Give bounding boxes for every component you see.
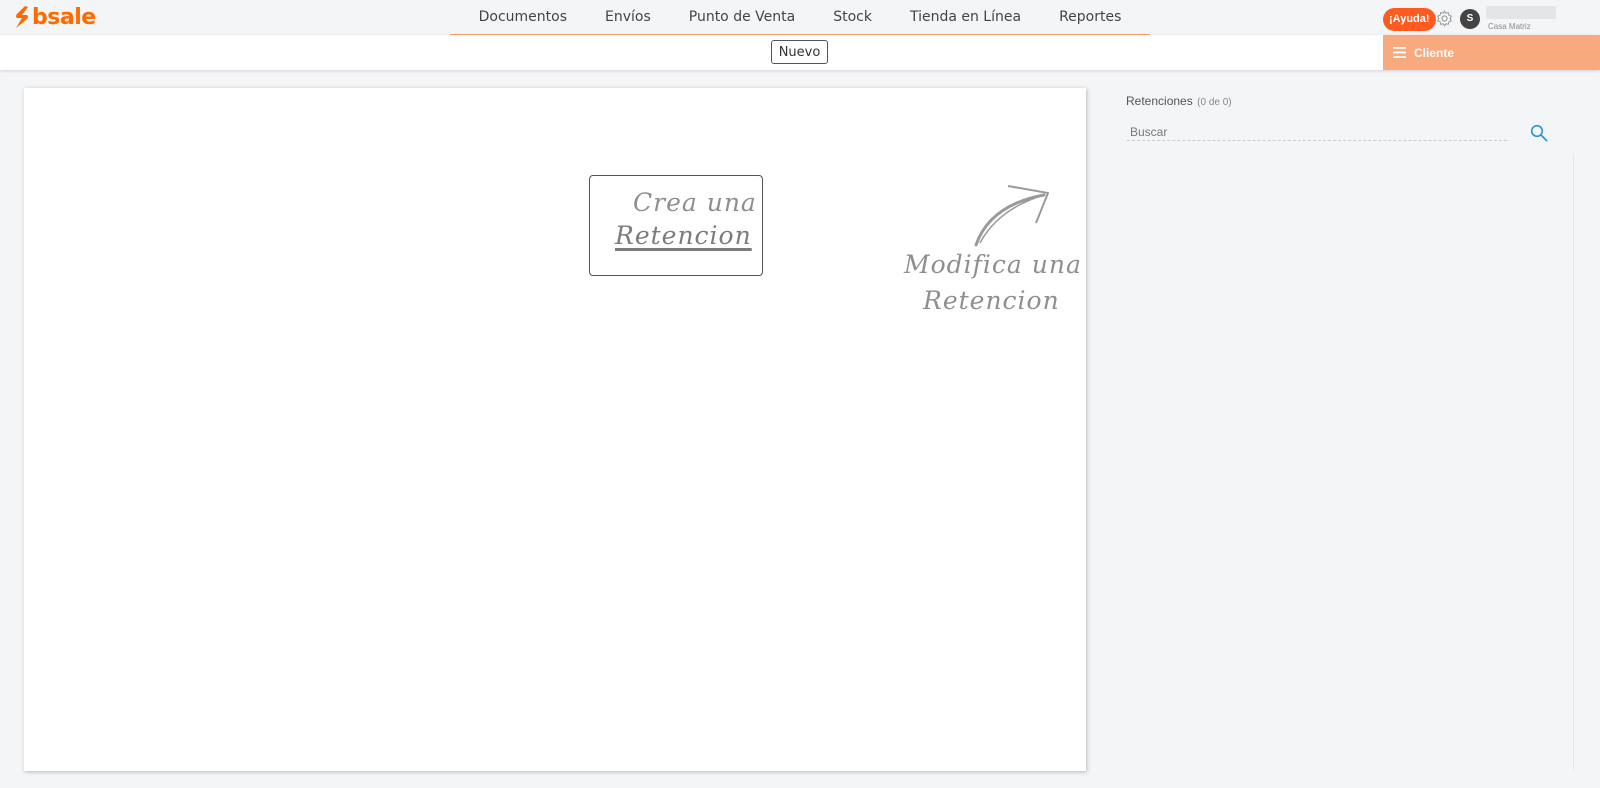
create-hint-line2[interactable]: Retencion [615, 221, 752, 250]
nav-stock[interactable]: Stock [814, 0, 891, 35]
nav-reportes[interactable]: Reportes [1040, 0, 1140, 35]
help-button[interactable]: ¡Ayuda! [1383, 8, 1436, 31]
nav-envios[interactable]: Envíos [586, 0, 670, 35]
sidebar-count: (0 de 0) [1197, 97, 1232, 108]
curved-arrow-icon [974, 185, 1049, 247]
create-hint-line1: Crea una [633, 188, 757, 217]
search-icon[interactable] [1530, 124, 1548, 142]
nav-punto-de-venta[interactable]: Punto de Venta [670, 0, 814, 35]
sidebar-title: Retenciones [1126, 94, 1193, 108]
new-button[interactable]: Nuevo [771, 40, 828, 64]
brand-name: bsale [32, 4, 96, 30]
modify-hint-line1: Modifica una [904, 250, 1082, 279]
nav-tienda-en-linea[interactable]: Tienda en Línea [891, 0, 1040, 35]
modify-hint-line2: Retencion [923, 286, 1060, 315]
client-tab-label: Cliente [1414, 45, 1455, 60]
gear-icon[interactable] [1435, 9, 1454, 28]
hamburger-icon [1393, 47, 1406, 58]
main-panel: Crea una Retencion Modifica una Retencio… [24, 88, 1086, 771]
user-avatar[interactable]: S [1460, 9, 1480, 29]
top-bar: bsale Documentos Envíos Punto de Venta S… [0, 0, 1600, 36]
nav-documentos[interactable]: Documentos [460, 0, 586, 35]
bsale-logo-icon [16, 6, 28, 28]
brand-logo[interactable]: bsale [14, 4, 96, 30]
search-input[interactable] [1127, 123, 1507, 141]
sidebar-divider [1573, 155, 1574, 770]
client-tab[interactable]: Cliente [1383, 35, 1600, 70]
branch-label: Casa Matriz [1488, 22, 1531, 31]
user-name-redacted[interactable] [1486, 6, 1556, 19]
create-retention-box[interactable]: Crea una Retencion [589, 175, 763, 276]
sub-toolbar: Nuevo Cliente [0, 35, 1600, 70]
retentions-sidebar-header: Retenciones (0 de 0) [1126, 92, 1552, 110]
main-navigation: Documentos Envíos Punto de Venta Stock T… [450, 0, 1150, 36]
